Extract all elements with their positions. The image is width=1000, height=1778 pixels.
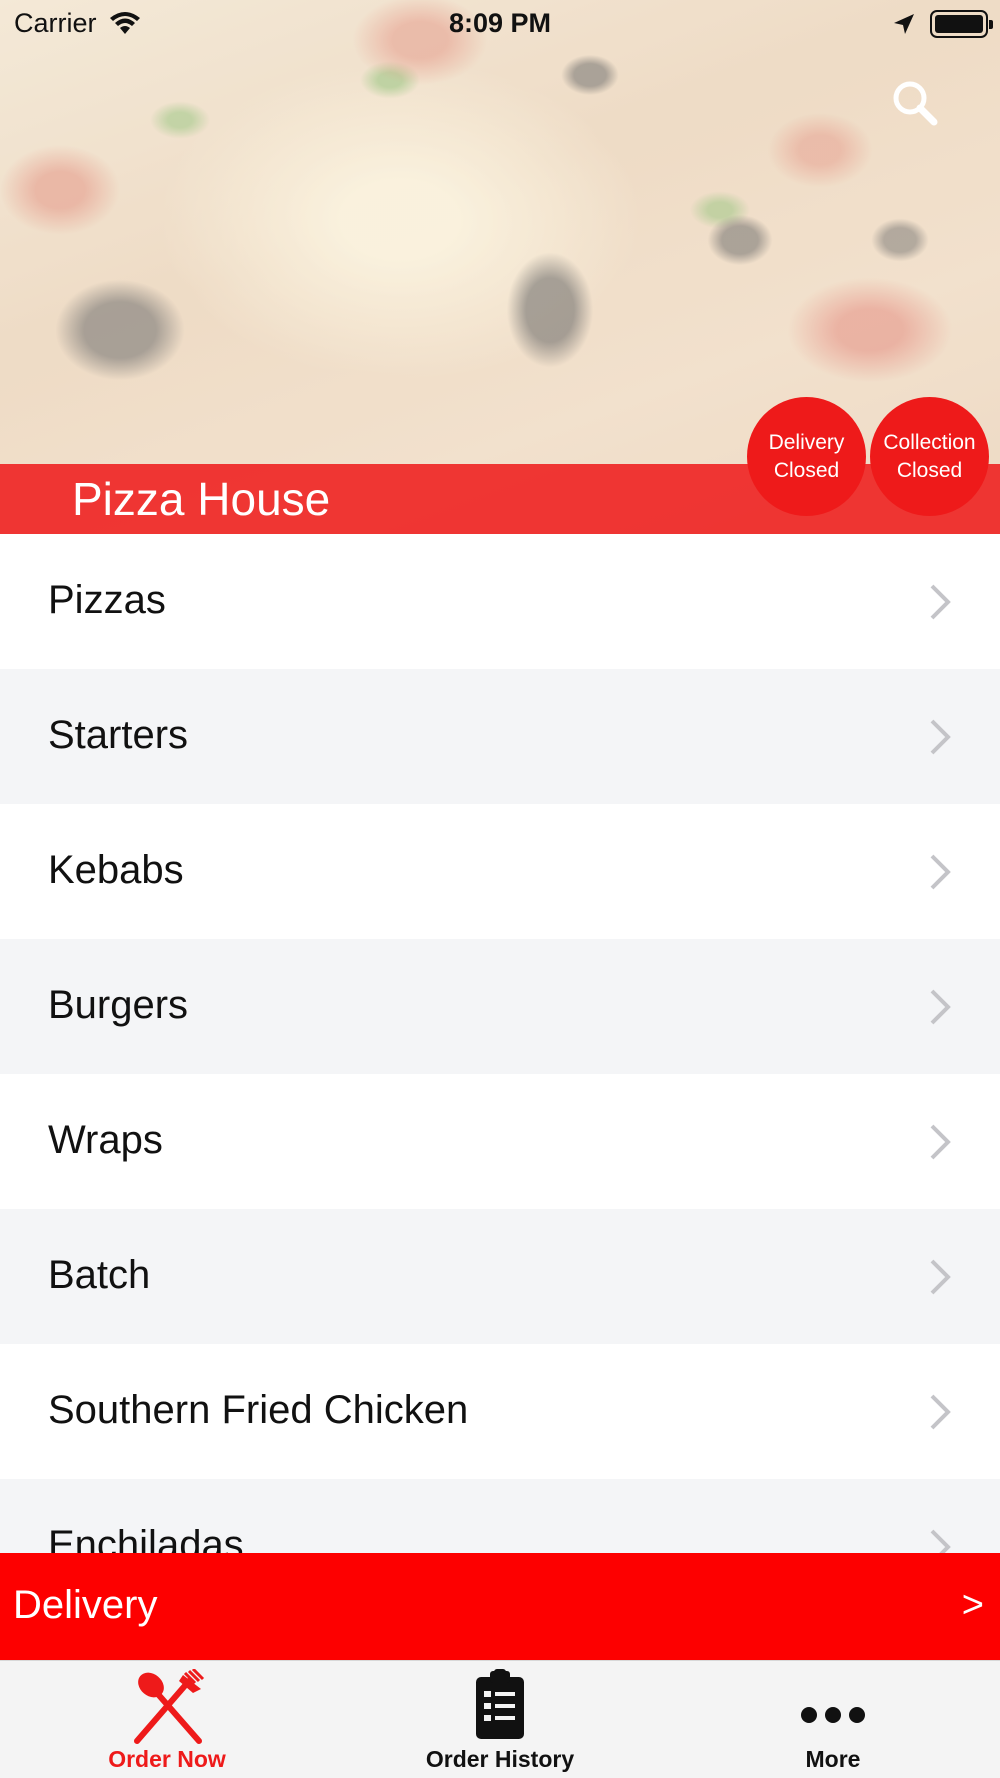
menu-item-pizzas[interactable]: Pizzas xyxy=(0,534,1000,669)
tab-order-now[interactable]: Order Now xyxy=(0,1661,334,1778)
more-dots-icon xyxy=(801,1707,865,1723)
search-button[interactable] xyxy=(888,76,942,130)
delivery-arrow-icon: > xyxy=(961,1584,984,1626)
menu-item-label: Pizzas xyxy=(48,578,166,622)
tab-order-history[interactable]: Order History xyxy=(333,1661,667,1778)
chevron-right-icon xyxy=(930,989,951,1025)
restaurant-name: Pizza House xyxy=(72,473,331,525)
status-right xyxy=(892,10,993,38)
menu-item-label: Kebabs xyxy=(48,848,184,892)
battery-icon xyxy=(930,10,993,38)
hero-banner: Carrier 8:09 PM Pizza House Delivery Clo… xyxy=(0,0,1000,534)
menu-item-label: Starters xyxy=(48,713,189,757)
location-arrow-icon xyxy=(894,14,914,34)
chevron-right-icon xyxy=(930,854,951,890)
tab-more[interactable]: More xyxy=(666,1661,1000,1778)
collection-status-value: Closed xyxy=(896,458,963,482)
chevron-right-icon xyxy=(930,719,951,755)
menu-item-starters[interactable]: Starters xyxy=(0,669,1000,804)
menu-item-wraps[interactable]: Wraps xyxy=(0,1074,1000,1209)
menu-category-list: Pizzas Starters Kebabs Burgers Wraps Bat… xyxy=(0,534,1000,1614)
menu-item-burgers[interactable]: Burgers xyxy=(0,939,1000,1074)
delivery-status-value: Closed xyxy=(773,458,840,482)
fork-knife-icon xyxy=(134,1669,205,1744)
chevron-right-icon xyxy=(930,1259,951,1295)
chevron-right-icon xyxy=(930,584,951,620)
tab-label: Order History xyxy=(425,1746,575,1772)
chevron-right-icon xyxy=(930,1394,951,1430)
battery-tip xyxy=(989,20,993,29)
tab-label: More xyxy=(805,1746,861,1772)
collection-status-badge: Collection Closed xyxy=(870,397,989,516)
tab-label: Order Now xyxy=(108,1746,226,1772)
delivery-mode-button[interactable]: Delivery > xyxy=(0,1553,1000,1660)
tab-bar: Order Now Order History More xyxy=(0,1660,1000,1778)
status-time: 8:09 PM xyxy=(448,8,552,38)
menu-item-label: Batch xyxy=(48,1253,151,1297)
clipboard-icon xyxy=(476,1669,524,1739)
collection-status-label: Collection xyxy=(883,430,976,454)
menu-item-label: Southern Fried Chicken xyxy=(48,1388,469,1432)
status-bar: Carrier 8:09 PM xyxy=(0,0,1000,50)
menu-item-kebabs[interactable]: Kebabs xyxy=(0,804,1000,939)
chevron-right-icon xyxy=(930,1124,951,1160)
menu-item-label: Burgers xyxy=(48,983,189,1027)
menu-item-southern-fried-chicken[interactable]: Southern Fried Chicken xyxy=(0,1344,1000,1479)
menu-item-label: Wraps xyxy=(48,1118,163,1162)
menu-item-batch[interactable]: Batch xyxy=(0,1209,1000,1344)
delivery-status-badge: Delivery Closed xyxy=(747,397,866,516)
delivery-mode-label: Delivery xyxy=(13,1583,158,1627)
battery-level xyxy=(935,15,983,33)
delivery-status-label: Delivery xyxy=(768,430,845,454)
search-icon xyxy=(893,81,938,126)
